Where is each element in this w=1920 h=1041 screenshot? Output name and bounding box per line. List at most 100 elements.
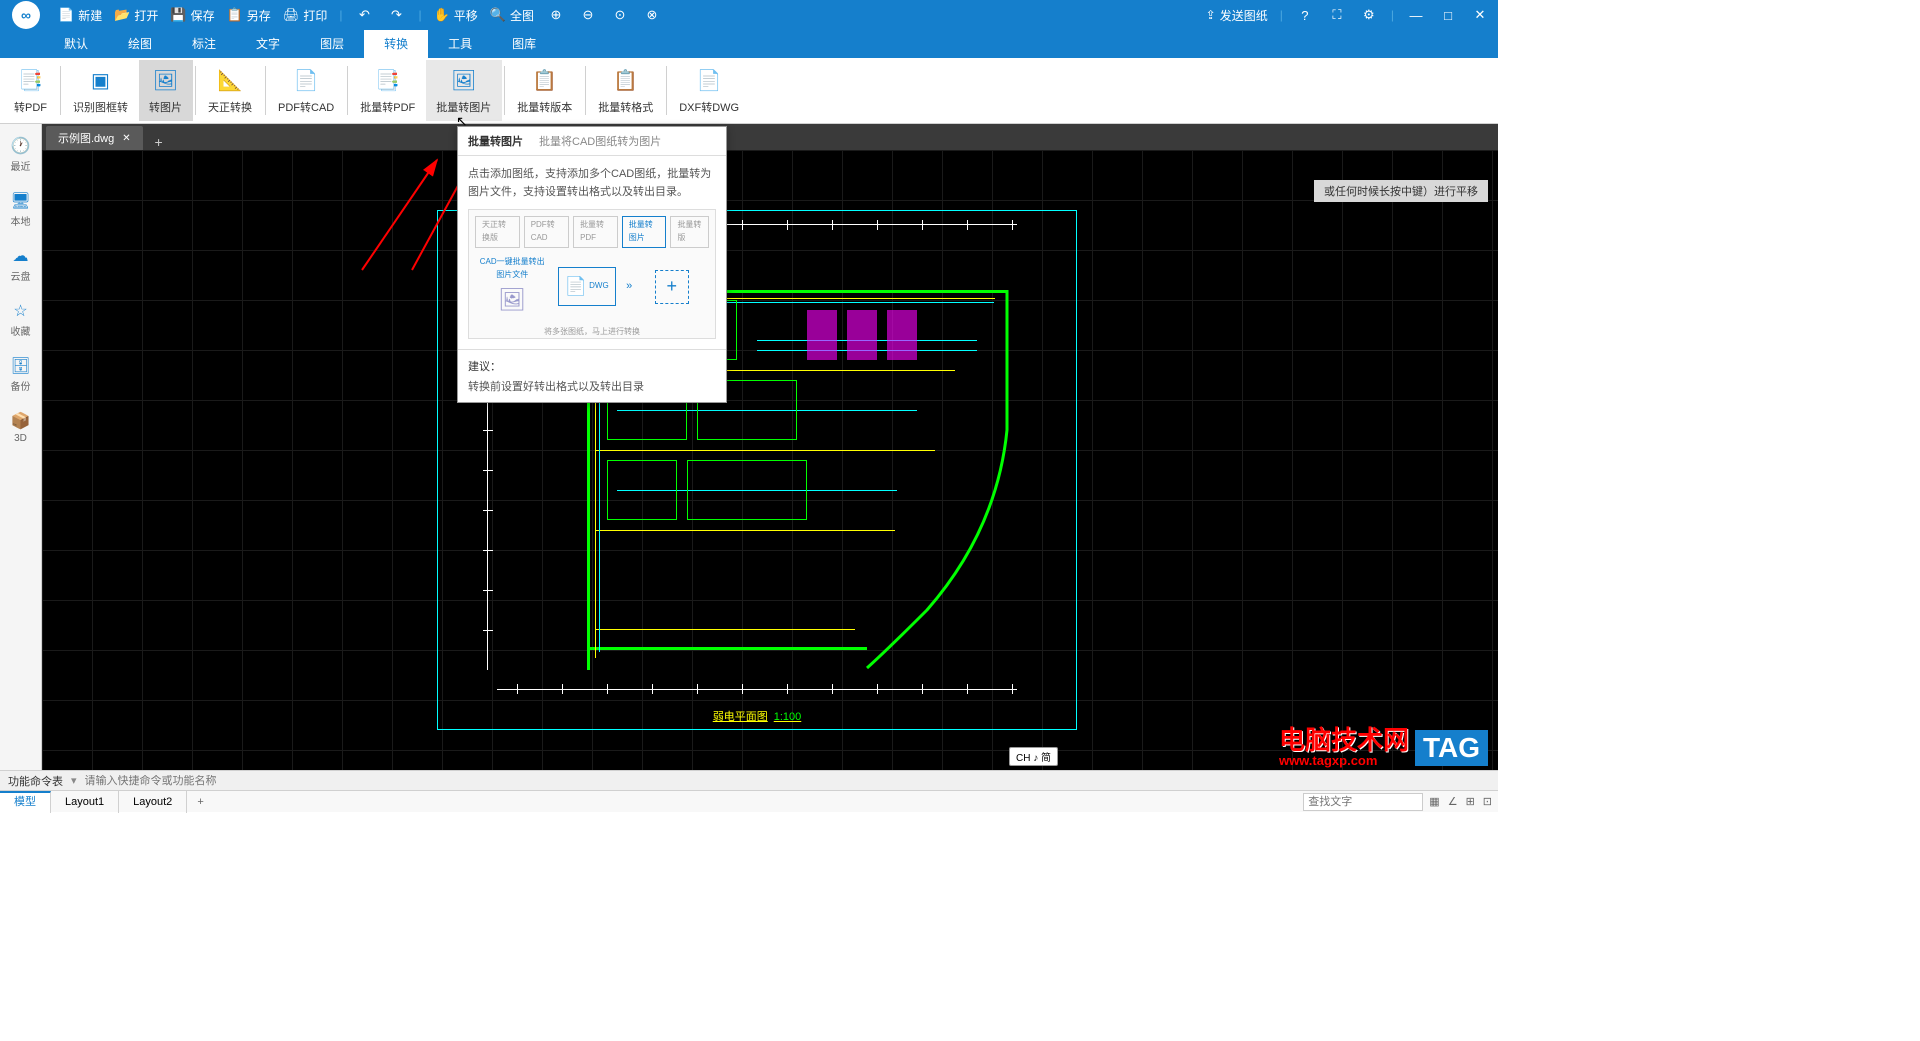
ribbon-batch-image[interactable]: 🖼批量转图片	[426, 60, 502, 121]
send-drawing-button[interactable]: ⇪ 发送图纸	[1206, 7, 1268, 24]
hand-icon: ✋	[434, 7, 450, 23]
ime-indicator: CH ♪ 简	[1009, 747, 1058, 766]
computer-icon: 🖥	[10, 191, 30, 211]
clock-icon: 🕐	[11, 136, 31, 156]
mouse-cursor: ↖	[456, 113, 468, 130]
app-logo[interactable]: ∞	[8, 0, 44, 30]
layout-tab-model[interactable]: 模型	[0, 791, 51, 813]
redo-button[interactable]: ↷	[386, 7, 406, 23]
layout-tab-2[interactable]: Layout2	[119, 791, 187, 813]
image-icon: 🖼	[152, 67, 180, 95]
tab-annotate[interactable]: 标注	[172, 30, 236, 58]
batchfmt-icon: 📋	[612, 67, 640, 95]
batchver-icon: 📋	[531, 67, 559, 95]
saveas-button[interactable]: 📋另存	[227, 7, 271, 24]
status-icon[interactable]: ⊡	[1483, 795, 1492, 808]
print-icon: 🖨	[283, 7, 300, 23]
document-tab[interactable]: 示例图.dwg✕	[46, 126, 143, 150]
tab-layer[interactable]: 图层	[300, 30, 364, 58]
pdf-icon: 📑	[17, 67, 45, 95]
fullscreen-button[interactable]: ⛶	[1327, 7, 1347, 23]
tooltip-description: 点击添加图纸，支持添加多个CAD图纸，批量转为图片文件，支持设置转出格式以及转出…	[468, 166, 716, 201]
tab-draw[interactable]: 绘图	[108, 30, 172, 58]
file-icon: 📄	[58, 7, 74, 23]
canvas-area: 示例图.dwg✕ + document.write(Array.from({le…	[42, 124, 1498, 770]
menu-tabs: 默认 绘图 标注 文字 图层 转换 工具 图库	[0, 30, 1498, 58]
tab-tools[interactable]: 工具	[428, 30, 492, 58]
main-area: 🕐最近 🖥本地 ☁云盘 ☆收藏 🗄备份 📦3D 示例图.dwg✕ + docum…	[0, 124, 1498, 770]
cloud-icon: ☁	[13, 246, 29, 266]
open-button[interactable]: 📂打开	[114, 7, 158, 24]
zoom-in-button[interactable]: ⊕	[546, 7, 566, 23]
status-bar: 模型 Layout1 Layout2 + ▦ ∠ ⊞ ⊡	[0, 790, 1498, 812]
batchimg-icon: 🖼	[450, 67, 478, 95]
undo-button[interactable]: ↶	[354, 7, 374, 23]
command-label: 功能命令表	[8, 773, 63, 789]
tab-library[interactable]: 图库	[492, 30, 556, 58]
sidebar-3d[interactable]: 📦3D	[11, 411, 31, 444]
zoom-out-button[interactable]: ⊖	[578, 7, 598, 23]
tab-text[interactable]: 文字	[236, 30, 300, 58]
ribbon-to-image[interactable]: 🖼转图片	[139, 60, 193, 121]
ribbon-tianzheng[interactable]: 📐天正转换	[198, 60, 263, 121]
sidebar-local[interactable]: 🖥本地	[10, 191, 30, 228]
zoom-window-button[interactable]: ⊗	[642, 7, 662, 23]
maximize-button[interactable]: □	[1438, 8, 1458, 23]
ribbon-batch-pdf[interactable]: 📑批量转PDF	[350, 60, 426, 121]
command-bar: 功能命令表 ▾	[0, 770, 1498, 790]
tooltip-popup: 批量转图片 批量将CAD图纸转为图片 点击添加图纸，支持添加多个CAD图纸，批量…	[457, 126, 727, 403]
add-tab-button[interactable]: +	[147, 134, 171, 150]
settings-button[interactable]: ⚙	[1359, 7, 1379, 23]
layout-tab-1[interactable]: Layout1	[51, 791, 119, 813]
ribbon-frame-convert[interactable]: ▣识别图框转	[63, 60, 139, 121]
save-button[interactable]: 💾保存	[170, 7, 214, 24]
layout-add-button[interactable]: +	[187, 796, 213, 808]
cube-icon: 📦	[11, 411, 31, 431]
ribbon-pdf-to-cad[interactable]: 📄PDF转CAD	[268, 60, 345, 121]
sidebar-cloud[interactable]: ☁云盘	[11, 246, 31, 283]
close-tab-icon[interactable]: ✕	[122, 133, 130, 144]
left-sidebar: 🕐最近 🖥本地 ☁云盘 ☆收藏 🗄备份 📦3D	[0, 124, 42, 770]
ribbon: 📑转PDF ▣识别图框转 🖼转图片 📐天正转换 📄PDF转CAD 📑批量转PDF…	[0, 58, 1498, 124]
ribbon-batch-version[interactable]: 📋批量转版本	[507, 60, 583, 121]
sidebar-favorites[interactable]: ☆收藏	[11, 301, 31, 338]
saveas-icon: 📋	[227, 7, 243, 23]
new-button[interactable]: 📄新建	[58, 7, 102, 24]
dropdown-icon[interactable]: ▾	[71, 774, 77, 787]
tooltip-suggestion-label: 建议：	[468, 358, 716, 374]
frame-icon: ▣	[87, 67, 115, 95]
tooltip-suggestion-text: 转换前设置好转出格式以及转出目录	[468, 378, 716, 394]
share-icon: ⇪	[1206, 8, 1216, 22]
zoom-reset-button[interactable]: ⊙	[610, 7, 630, 23]
status-icon[interactable]: ∠	[1448, 795, 1458, 808]
batchpdf-icon: 📑	[374, 67, 402, 95]
save-icon: 💾	[170, 7, 186, 23]
status-icon[interactable]: ⊞	[1466, 795, 1475, 808]
pdfcad-icon: 📄	[292, 67, 320, 95]
pan-button[interactable]: ✋平移	[434, 7, 478, 24]
drawing-canvas[interactable]: document.write(Array.from({length:30},(_…	[42, 150, 1498, 770]
ribbon-dxf-dwg[interactable]: 📄DXF转DWG	[669, 60, 750, 121]
fitview-button[interactable]: 🔍全图	[490, 7, 534, 24]
title-bar: ∞ 📄新建 📂打开 💾保存 📋另存 🖨打印 | ↶ ↷ | ✋平移 🔍全图 ⊕ …	[0, 0, 1498, 30]
tooltip-preview: 天正转换版 PDF转CAD 批量转PDF 批量转图片 批量转版 CAD一键批量转…	[468, 209, 716, 339]
minimize-button[interactable]: —	[1406, 8, 1426, 23]
command-input[interactable]	[85, 775, 1490, 787]
sidebar-recent[interactable]: 🕐最近	[11, 136, 31, 173]
tab-default[interactable]: 默认	[44, 30, 108, 58]
tooltip-subtitle: 批量将CAD图纸转为图片	[539, 133, 661, 149]
sidebar-backup[interactable]: 🗄备份	[10, 356, 30, 393]
status-icon[interactable]: ▦	[1429, 795, 1439, 808]
tab-convert[interactable]: 转换	[364, 30, 428, 58]
archive-icon: 🗄	[10, 356, 30, 376]
tooltip-title: 批量转图片	[468, 133, 523, 149]
ribbon-batch-format[interactable]: 📋批量转格式	[588, 60, 664, 121]
help-button[interactable]: ?	[1295, 8, 1315, 23]
tz-icon: 📐	[216, 67, 244, 95]
search-input[interactable]	[1303, 793, 1423, 811]
document-tabs: 示例图.dwg✕ +	[42, 124, 1498, 150]
folder-icon: 📂	[114, 7, 130, 23]
print-button[interactable]: 🖨打印	[283, 7, 328, 24]
ribbon-to-pdf[interactable]: 📑转PDF	[4, 60, 58, 121]
close-button[interactable]: ✕	[1470, 7, 1490, 23]
